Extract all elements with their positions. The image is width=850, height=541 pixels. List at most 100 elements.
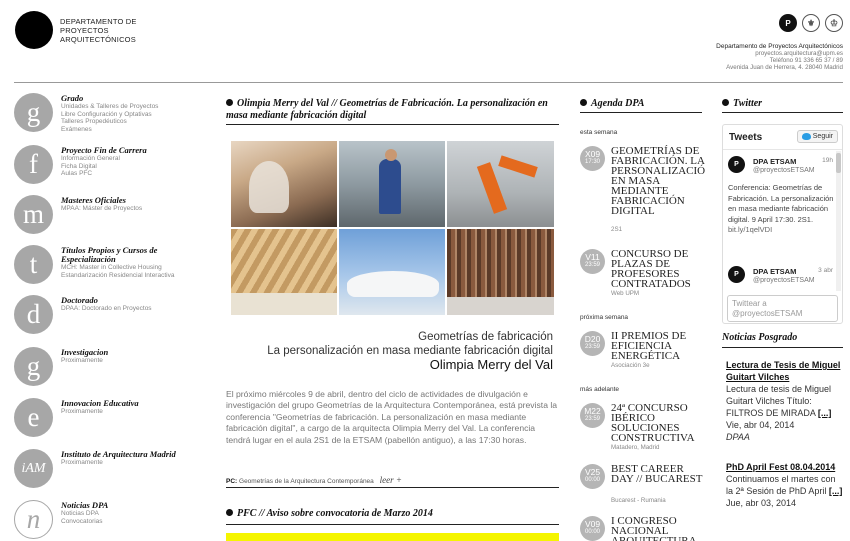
nav-link[interactable]: Talleres Propedéuticos	[61, 118, 211, 126]
nav-link[interactable]: Noticias DPA	[61, 510, 211, 518]
bullet-icon	[580, 99, 587, 106]
nav-link[interactable]: Unidades & Talleres de Proyectos	[61, 103, 211, 111]
nav-letter-icon[interactable]: f	[14, 145, 53, 184]
department-title[interactable]: DEPARTAMENTO DE PROYECTOS ARQUITECTÓNICO…	[60, 17, 160, 44]
nav-letter-icon[interactable]: e	[14, 398, 53, 437]
nav-item-grado[interactable]: g Grado Unidades & Talleres de Proyectos…	[14, 93, 214, 141]
news-title-link[interactable]: Lectura de Tesis de Miguel Guitart Vilch…	[726, 359, 844, 383]
nav-letter-icon[interactable]: t	[14, 245, 53, 284]
nav-letter-icon[interactable]: n	[14, 500, 53, 539]
tweet-link[interactable]: bit.ly/1qelVDI	[728, 225, 772, 234]
widget-scrollbar[interactable]	[836, 151, 841, 291]
tweet-text: Conferencia: Geometrías de Fabricación. …	[728, 183, 834, 234]
highlight-banner	[226, 533, 559, 541]
tweet-time[interactable]: 3 abr	[818, 267, 833, 274]
nav-link[interactable]: Aulas PFC	[61, 170, 211, 178]
nav-link[interactable]: Convocatorias	[61, 518, 211, 526]
nav-title[interactable]: Títulos Propios y Cursos de Especializac…	[61, 246, 211, 264]
agenda-title[interactable]: I CONGRESO NACIONAL ARQUITECTURA	[611, 516, 706, 541]
nav-link[interactable]: Estandarización Residencial Interactiva	[61, 272, 211, 280]
follow-button[interactable]: Seguir	[796, 130, 838, 143]
post-divider	[226, 487, 559, 488]
news-title-link[interactable]: PhD April Fest 08.04.2014	[726, 461, 844, 473]
caption-line2: La personalización en masa mediante fabr…	[267, 345, 553, 357]
agenda-place: 2S1	[611, 226, 623, 233]
nav-title[interactable]: Investigacion	[61, 348, 211, 357]
nav-item-noticias[interactable]: n Noticias DPA Noticias DPA Convocatoria…	[14, 500, 214, 541]
agenda-title[interactable]: BEST CAREER DAY // BUCAREST	[611, 464, 706, 485]
nav-title[interactable]: Masteres Oficiales	[61, 196, 211, 205]
bullet-icon	[226, 99, 233, 106]
nav-link[interactable]: Ficha Digital	[61, 163, 211, 171]
photo-brick-wall	[447, 229, 554, 315]
tweet-handle[interactable]: @proyectosETSAM	[753, 277, 815, 284]
nav-letter-icon[interactable]: m	[14, 195, 53, 234]
tweet-time[interactable]: 19h	[822, 157, 833, 164]
agenda-date-badge: M22 23:59	[580, 403, 605, 428]
nav-title[interactable]: Innovacion Educativa	[61, 399, 211, 408]
nav-title[interactable]: Proyecto Fin de Carrera	[61, 146, 211, 155]
post-title[interactable]: Olimpia Merry del Val // Geometrías de F…	[226, 98, 556, 122]
avatar[interactable]: P	[728, 156, 745, 173]
nav-link[interactable]: MCH: Master in Collective Housing	[61, 264, 211, 272]
agenda-place: Matadero, Madrid	[611, 444, 660, 451]
nav-title[interactable]: Noticias DPA	[61, 501, 211, 510]
nav-link[interactable]: Exámenes	[61, 126, 211, 134]
avatar[interactable]: P	[728, 266, 745, 283]
agenda-place: Bucarest - Rumania	[611, 497, 666, 504]
agenda-title[interactable]: II PREMIOS DE EFICIENCIA ENERGÉTICA	[611, 331, 706, 362]
nav-item-doctorado[interactable]: d Doctorado DPAA: Doctorado en Proyectos	[14, 295, 214, 343]
nav-link[interactable]: DPAA: Doctorado en Proyectos	[61, 305, 211, 313]
nav-letter-icon[interactable]: g	[14, 347, 53, 386]
nav-link: Proximamente	[61, 357, 103, 364]
nav-item-investigacion[interactable]: g Investigacion Proximamente	[14, 347, 214, 395]
bullet-icon	[722, 99, 729, 106]
logo[interactable]	[15, 11, 53, 49]
nav-link[interactable]: Información General	[61, 155, 211, 163]
nav-item-pfc[interactable]: f Proyecto Fin de Carrera Información Ge…	[14, 145, 214, 193]
nav-item-titulos[interactable]: t Títulos Propios y Cursos de Especializ…	[14, 245, 214, 293]
nav-title[interactable]: Doctorado	[61, 296, 211, 305]
post2-title[interactable]: PFC // Aviso sobre convocatoria de Marzo…	[226, 508, 556, 520]
photo-robot-arm	[447, 141, 554, 227]
tweet-compose-field[interactable]: Twittear a @proyectosETSAM	[727, 295, 838, 322]
news-tag[interactable]: DPAA	[726, 431, 844, 443]
nav-title[interactable]: Grado	[61, 94, 211, 103]
agenda-date-badge: D20 23:59	[580, 331, 605, 356]
nav-letter-icon[interactable]: iAM	[14, 449, 53, 488]
agenda-title[interactable]: CONCURSO DE PLAZAS DE PROFESORES CONTRAT…	[611, 249, 706, 290]
nav-item-instituto[interactable]: iAM Instituto de Arquitectura Madrid Pro…	[14, 449, 214, 497]
contact-name: Departamento de Proyectos Arquitectónico…	[716, 43, 843, 50]
agenda-title[interactable]: 24ª CONCURSO IBÉRICO SOLUCIONES CONSTRUC…	[611, 403, 706, 444]
tweet-author[interactable]: DPA ETSAM	[753, 267, 796, 276]
meta-label: PC:	[226, 478, 238, 485]
noticias-divider	[722, 347, 843, 348]
nav-title[interactable]: Instituto de Arquitectura Madrid	[61, 450, 211, 459]
meta-category-link[interactable]: Geometrías de la Arquitectura Contemporá…	[239, 478, 374, 485]
nav-letter-icon[interactable]: d	[14, 295, 53, 334]
photo-timber-pavilion	[231, 229, 337, 315]
news-excerpt: Continuamos el martes con la 2ª Sesión d…	[726, 474, 843, 496]
twitter-divider	[722, 112, 843, 113]
upm-crest-icon[interactable]: ♔	[825, 14, 843, 32]
news-more-link[interactable]: [...]	[829, 486, 843, 496]
agenda-week-label: esta semana	[580, 129, 618, 136]
etsam-crest-icon[interactable]: ⚜	[802, 14, 820, 32]
nav-item-masteres[interactable]: m Masteres Oficiales MPAA: Máster de Pro…	[14, 195, 214, 243]
read-more-link[interactable]: leer +	[380, 475, 402, 485]
nav-item-innovacion[interactable]: e Innovacion Educativa Proximamente	[14, 398, 214, 446]
scrollbar-thumb[interactable]	[836, 153, 841, 173]
contact-email[interactable]: proyectos.arquitectura@upm.es	[716, 50, 843, 57]
nav-link[interactable]: Libre Configuración y Optativas	[61, 111, 211, 119]
caption-line1: Geometrías de fabricación	[418, 331, 553, 343]
agenda-date-badge: V11 23:59	[580, 249, 605, 274]
tweet-author[interactable]: DPA ETSAM	[753, 157, 796, 166]
nav-link[interactable]: MPAA: Máster de Proyectos	[61, 205, 211, 213]
tweet-handle[interactable]: @proyectosETSAM	[753, 167, 815, 174]
nav-letter-icon[interactable]: g	[14, 93, 53, 132]
news-more-link[interactable]: [...]	[818, 408, 832, 418]
post-body: El próximo miércoles 9 de abril, dentro …	[226, 389, 558, 445]
dpa-logo-icon[interactable]: P	[779, 14, 797, 32]
post-image-gallery[interactable]	[231, 141, 554, 317]
agenda-title[interactable]: GEOMETRÍAS DE FABRICACIÓN. LA PERSONALIZ…	[611, 146, 706, 217]
